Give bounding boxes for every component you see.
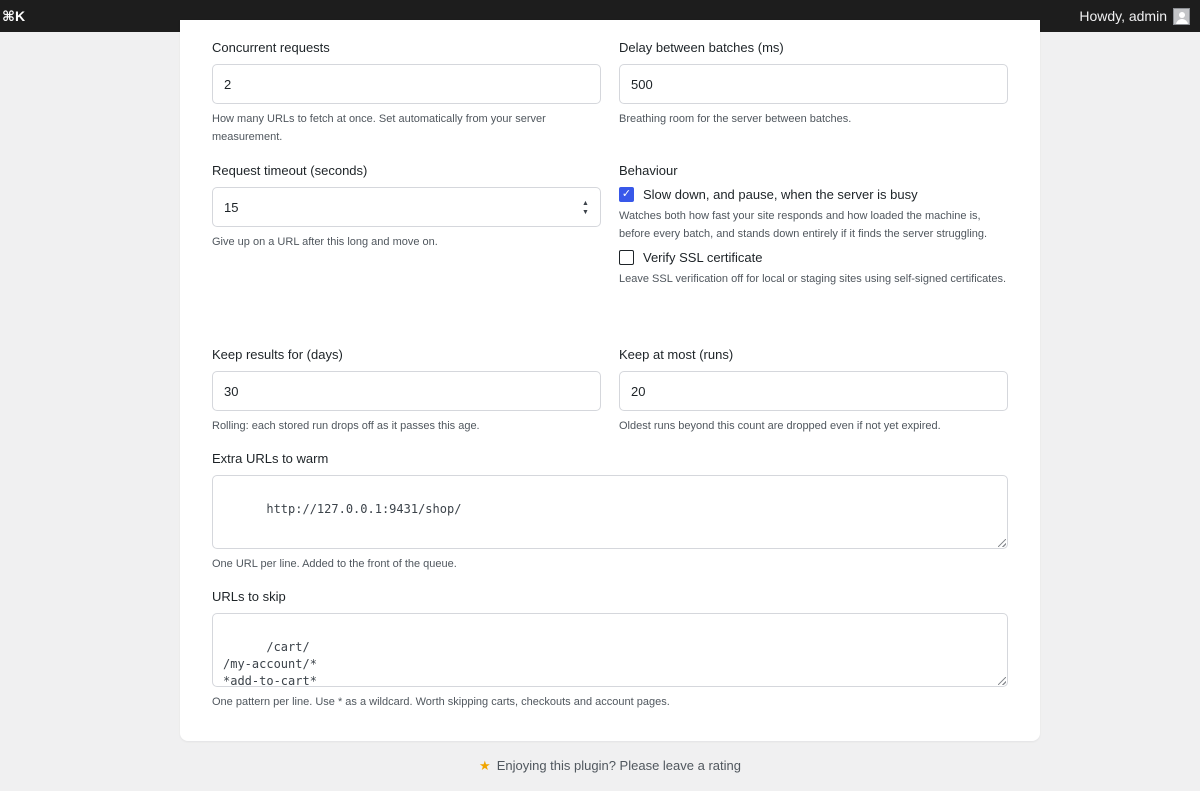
request-timeout-value: 15 xyxy=(224,199,239,215)
batch-delay-help: Breathing room for the server between ba… xyxy=(619,113,852,125)
rating-prompt[interactable]: ★ Enjoying this plugin? Please leave a ra… xyxy=(0,758,1200,774)
keep-runs-input[interactable]: 20 xyxy=(619,371,1008,411)
keep-days-value: 30 xyxy=(224,383,239,399)
account-menu[interactable]: Howdy, admin xyxy=(1079,7,1190,25)
slowdown-checkbox[interactable]: ✓ xyxy=(619,186,634,202)
verify-ssl-option[interactable]: Verify SSL certificate xyxy=(619,249,1014,265)
skip-urls-label: URLs to skip xyxy=(212,589,286,604)
concurrent-requests-label: Concurrent requests xyxy=(212,40,330,55)
keep-days-help: Rolling: each stored run drops off as it… xyxy=(212,420,480,432)
keep-days-field: Keep results for (days) 30 Rolling: each… xyxy=(212,347,601,435)
concurrent-requests-input[interactable]: 2 xyxy=(212,64,601,104)
stepper-down-icon[interactable]: ▼ xyxy=(582,209,589,216)
skip-urls-field: URLs to skip /cart/ /my-account/* *add-t… xyxy=(212,589,1008,711)
settings-card: Concurrent requests 2 How many URLs to f… xyxy=(180,20,1040,741)
batch-delay-input[interactable]: 500 xyxy=(619,64,1008,104)
slowdown-help: Watches both how fast your site responds… xyxy=(619,210,988,240)
keep-days-input[interactable]: 30 xyxy=(212,371,601,411)
slowdown-label[interactable]: Slow down, and pause, when the server is… xyxy=(643,187,918,202)
extra-urls-value: http://127.0.0.1:9431/shop/ xyxy=(266,502,462,516)
concurrent-requests-help: How many URLs to fetch at once. Set auto… xyxy=(212,113,546,143)
concurrent-requests-value: 2 xyxy=(224,76,232,92)
star-icon: ★ xyxy=(479,758,491,773)
howdy-text[interactable]: Howdy, admin xyxy=(1079,8,1167,24)
checkmark-icon: ✓ xyxy=(621,187,632,200)
verify-ssl-label[interactable]: Verify SSL certificate xyxy=(643,250,762,265)
skip-urls-help: One pattern per line. Use * as a wildcar… xyxy=(212,696,670,708)
extra-urls-help: One URL per line. Added to the front of … xyxy=(212,558,457,570)
skip-urls-textarea[interactable]: /cart/ /my-account/* *add-to-cart* xyxy=(212,613,1008,688)
request-timeout-help: Give up on a URL after this long and mov… xyxy=(212,236,438,248)
keep-runs-value: 20 xyxy=(631,383,646,399)
batch-delay-field: Delay between batches (ms) 500 Breathing… xyxy=(619,40,1008,128)
behaviour-field: Behaviour ✓ Slow down, and pause, when t… xyxy=(619,163,1014,288)
behaviour-label: Behaviour xyxy=(619,163,678,178)
keep-runs-label: Keep at most (runs) xyxy=(619,347,734,362)
request-timeout-label: Request timeout (seconds) xyxy=(212,163,368,178)
extra-urls-textarea[interactable]: http://127.0.0.1:9431/shop/ xyxy=(212,475,1008,549)
batch-delay-label: Delay between batches (ms) xyxy=(619,40,784,55)
stepper-up-icon[interactable]: ▲ xyxy=(582,200,589,207)
extra-urls-field: Extra URLs to warm http://127.0.0.1:9431… xyxy=(212,451,1008,573)
slowdown-option[interactable]: ✓ Slow down, and pause, when the server … xyxy=(619,186,1014,202)
extra-urls-label: Extra URLs to warm xyxy=(212,451,329,466)
skip-urls-value: /cart/ /my-account/* *add-to-cart* xyxy=(223,640,317,688)
keep-days-label: Keep results for (days) xyxy=(212,347,343,362)
resize-handle-icon[interactable] xyxy=(998,677,1006,685)
request-timeout-field: Request timeout (seconds) 15 ▲ ▼ Give up… xyxy=(212,163,601,251)
request-timeout-input[interactable]: 15 ▲ ▼ xyxy=(212,187,601,227)
command-palette-logo[interactable]: ⌘K xyxy=(2,8,25,25)
batch-delay-value: 500 xyxy=(631,76,653,92)
keep-runs-field: Keep at most (runs) 20 Oldest runs beyon… xyxy=(619,347,1008,435)
rating-link[interactable]: Enjoying this plugin? Please leave a rat… xyxy=(497,758,741,773)
verify-ssl-help: Leave SSL verification off for local or … xyxy=(619,273,1007,285)
concurrent-requests-field: Concurrent requests 2 How many URLs to f… xyxy=(212,40,601,146)
avatar-icon[interactable] xyxy=(1173,7,1190,25)
number-stepper[interactable]: ▲ ▼ xyxy=(581,200,590,216)
resize-handle-icon[interactable] xyxy=(998,539,1006,547)
verify-ssl-checkbox[interactable] xyxy=(619,249,634,265)
keep-runs-help: Oldest runs beyond this count are droppe… xyxy=(619,420,941,432)
